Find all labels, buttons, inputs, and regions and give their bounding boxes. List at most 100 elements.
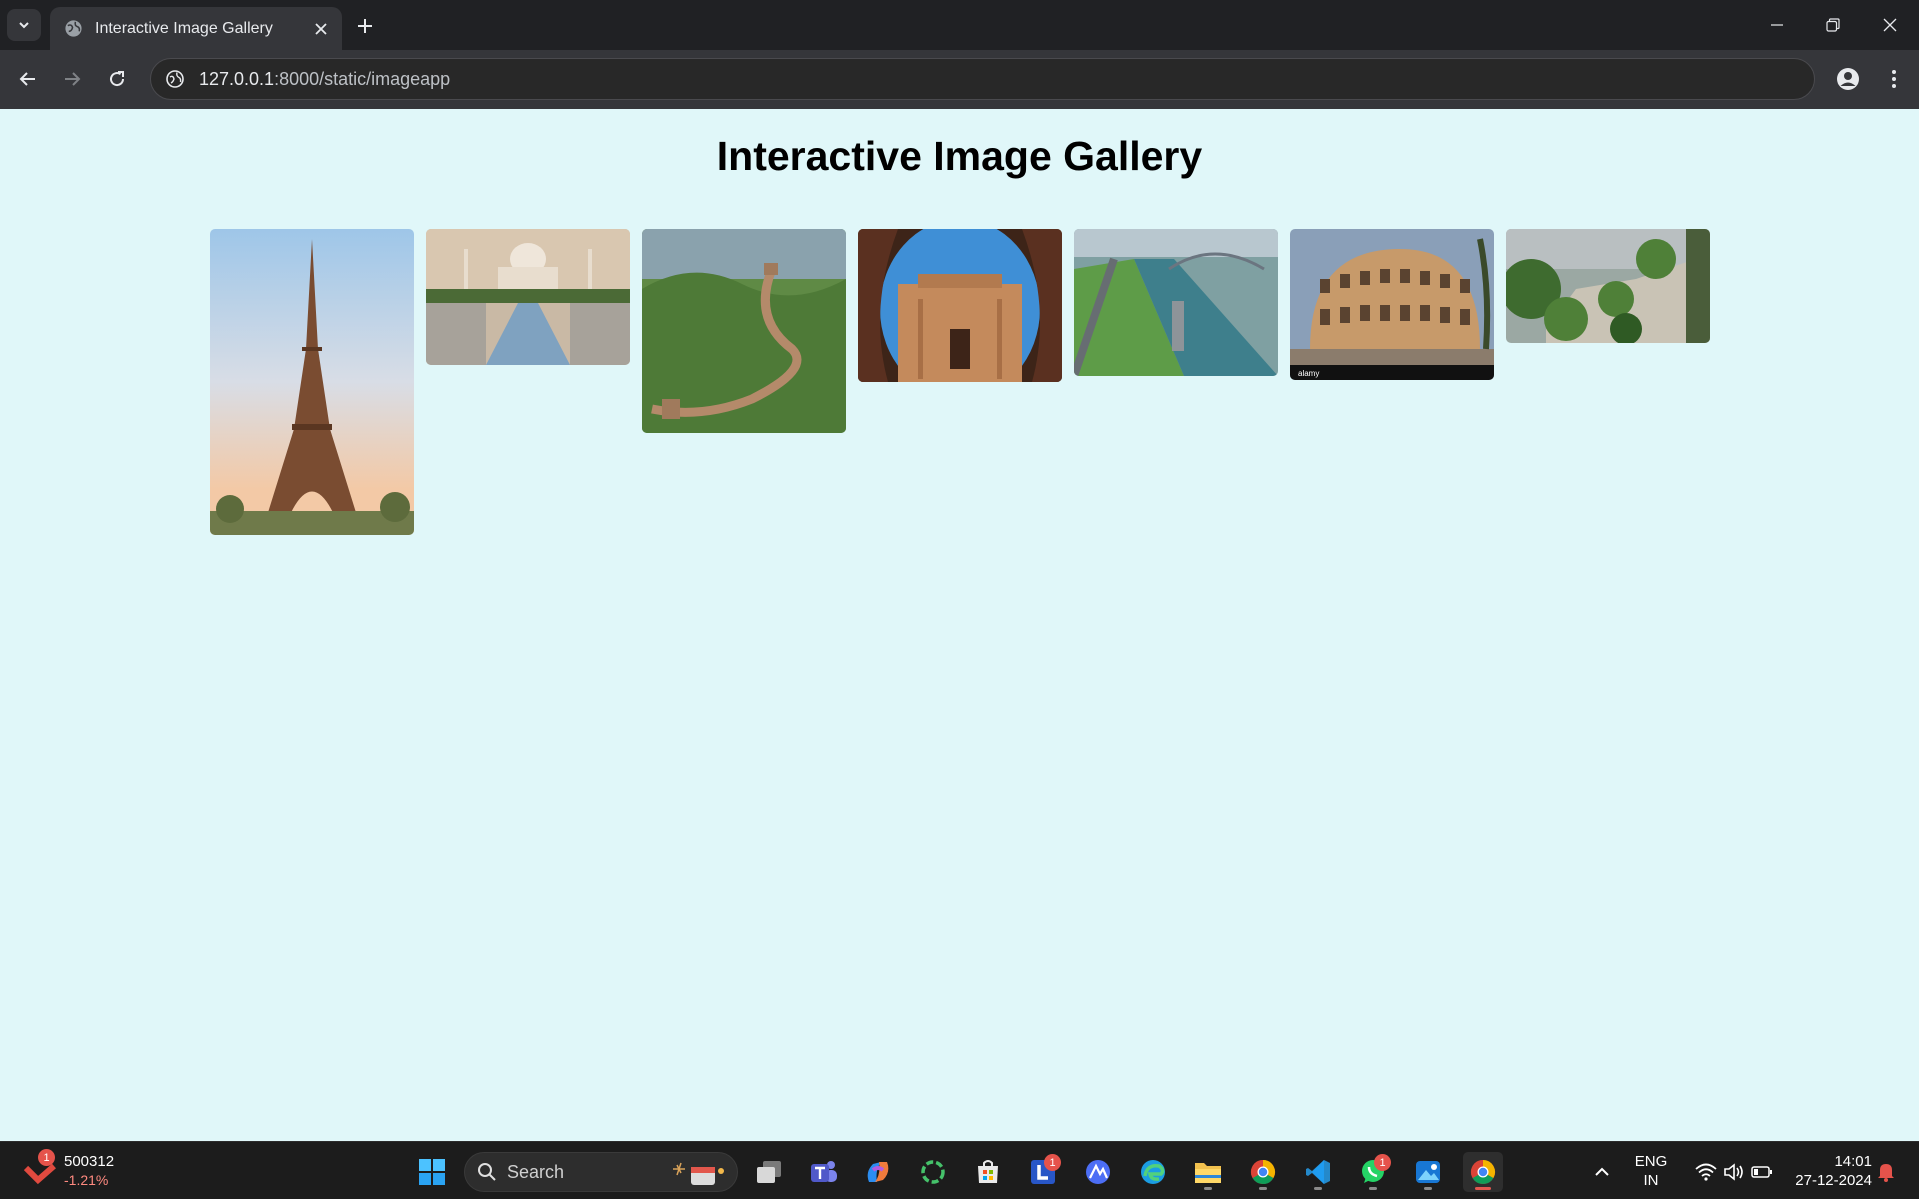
show-hidden-icons-button[interactable] bbox=[1582, 1152, 1622, 1192]
reload-button[interactable] bbox=[101, 63, 133, 95]
notifications-button[interactable] bbox=[1866, 1152, 1906, 1192]
search-label: Search bbox=[507, 1161, 565, 1182]
url-path: :8000/static/imageapp bbox=[274, 68, 451, 89]
taskbar-app-chrome[interactable] bbox=[1243, 1152, 1283, 1192]
language-line1: ENG bbox=[1634, 1153, 1668, 1170]
clock-time: 14:01 bbox=[1834, 1153, 1872, 1170]
site-info-icon[interactable] bbox=[165, 69, 185, 89]
whatsapp-badge: 1 bbox=[1374, 1154, 1391, 1171]
globe-icon bbox=[65, 20, 82, 37]
taskbar: 1 500312 -1.21% Search 1 1 ENG IN 14:01 … bbox=[0, 1141, 1919, 1199]
gallery-image-great-wall[interactable] bbox=[642, 229, 846, 433]
teams-icon bbox=[811, 1161, 837, 1182]
taskbar-app-l[interactable]: 1 bbox=[1023, 1152, 1063, 1192]
stock-widget[interactable]: 1 500312 -1.21% bbox=[22, 1149, 122, 1192]
running-indicator bbox=[1424, 1187, 1432, 1190]
forward-button[interactable] bbox=[56, 63, 88, 95]
stock-change: -1.21% bbox=[64, 1172, 109, 1188]
taskbar-app-chrome-active[interactable] bbox=[1463, 1152, 1503, 1192]
menu-button[interactable] bbox=[1878, 63, 1910, 95]
taskbar-app-edge[interactable] bbox=[1133, 1152, 1173, 1192]
gallery-image-petra[interactable] bbox=[858, 229, 1062, 382]
close-tab-icon[interactable] bbox=[312, 20, 330, 38]
running-indicator bbox=[1259, 1187, 1267, 1190]
running-indicator bbox=[1369, 1187, 1377, 1190]
tab-search-button[interactable] bbox=[7, 9, 41, 41]
start-button[interactable] bbox=[412, 1152, 452, 1192]
back-button[interactable] bbox=[12, 63, 44, 95]
store-icon bbox=[978, 1160, 998, 1183]
page-viewport: Interactive Image Gallery alamy bbox=[0, 109, 1919, 1141]
copilot-icon bbox=[867, 1162, 889, 1182]
windows-icon bbox=[419, 1159, 445, 1185]
clock[interactable]: 14:01 27-12-2024 bbox=[1782, 1152, 1872, 1190]
loop-icon bbox=[921, 1160, 945, 1184]
gallery-image-river-tower[interactable] bbox=[1074, 229, 1278, 376]
plus-icon bbox=[358, 19, 372, 33]
search-icon bbox=[478, 1163, 496, 1181]
chevron-down-icon bbox=[19, 22, 29, 29]
running-indicator bbox=[1204, 1187, 1212, 1190]
taskbar-app-copilot[interactable] bbox=[858, 1152, 898, 1192]
folder-icon bbox=[1195, 1163, 1221, 1183]
vscode-icon bbox=[1306, 1160, 1330, 1184]
new-tab-button[interactable] bbox=[350, 11, 380, 41]
taskbar-app-vscode[interactable] bbox=[1298, 1152, 1338, 1192]
gallery-image-colosseum[interactable]: alamy bbox=[1290, 229, 1494, 380]
chrome-icon bbox=[1250, 1160, 1276, 1185]
language-indicator[interactable]: ENG IN bbox=[1626, 1152, 1676, 1190]
taskbar-app-whatsapp[interactable]: 1 bbox=[1353, 1152, 1393, 1192]
page-title: Interactive Image Gallery bbox=[716, 133, 1203, 179]
mountain-app-icon bbox=[1086, 1160, 1110, 1184]
taskbar-app-mirror[interactable] bbox=[1078, 1152, 1118, 1192]
chrome-icon bbox=[1470, 1160, 1496, 1185]
battery-icon bbox=[1751, 1166, 1772, 1178]
l-app-badge: 1 bbox=[1044, 1154, 1061, 1171]
volume-icon bbox=[1724, 1163, 1743, 1181]
taskbar-app-task-view[interactable] bbox=[749, 1152, 789, 1192]
watermark-text: alamy bbox=[1298, 369, 1319, 378]
profile-icon bbox=[1837, 68, 1859, 90]
minimize-icon bbox=[1771, 24, 1783, 26]
quick-settings-button[interactable] bbox=[1686, 1152, 1782, 1192]
taskbar-app-photos[interactable] bbox=[1408, 1152, 1448, 1192]
tab-title: Interactive Image Gallery bbox=[95, 19, 273, 37]
task-view-icon bbox=[757, 1161, 781, 1183]
url-host: 127.0.0.1 bbox=[199, 68, 275, 89]
bell-icon bbox=[1878, 1164, 1894, 1182]
restore-button[interactable] bbox=[1805, 0, 1861, 50]
calendar-doodle-icon bbox=[673, 1162, 724, 1185]
stock-value: 500312 bbox=[64, 1153, 115, 1170]
close-icon bbox=[1883, 18, 1897, 32]
chevron-up-icon bbox=[1595, 1167, 1609, 1176]
taskbar-app-teams[interactable] bbox=[804, 1152, 844, 1192]
address-bar[interactable]: 127.0.0.1:8000/static/imageapp bbox=[150, 58, 1815, 100]
edge-icon bbox=[1141, 1160, 1165, 1184]
tab-strip: Interactive Image Gallery bbox=[0, 0, 1919, 50]
active-indicator bbox=[1475, 1187, 1491, 1190]
gallery-image-taj-mahal[interactable] bbox=[426, 229, 630, 365]
taskbar-app-loop[interactable] bbox=[913, 1152, 953, 1192]
wifi-icon bbox=[1695, 1163, 1717, 1181]
stock-badge: 1 bbox=[38, 1149, 55, 1166]
reload-icon bbox=[110, 71, 125, 87]
arrow-left-icon bbox=[19, 72, 35, 86]
close-window-button[interactable] bbox=[1862, 0, 1918, 50]
browser-toolbar: 127.0.0.1:8000/static/imageapp bbox=[0, 50, 1919, 109]
photos-icon bbox=[1416, 1161, 1440, 1183]
taskbar-app-file-explorer[interactable] bbox=[1188, 1152, 1228, 1192]
taskbar-app-microsoft-store[interactable] bbox=[968, 1152, 1008, 1192]
clock-date: 27-12-2024 bbox=[1795, 1172, 1872, 1189]
tab-active[interactable]: Interactive Image Gallery bbox=[50, 7, 342, 50]
minimize-button[interactable] bbox=[1749, 0, 1805, 50]
url-text: 127.0.0.1:8000/static/imageapp bbox=[199, 69, 450, 90]
restore-icon bbox=[1826, 18, 1840, 32]
gallery-image-hanging-gardens[interactable] bbox=[1506, 229, 1710, 343]
language-line2: IN bbox=[1643, 1172, 1659, 1189]
profile-button[interactable] bbox=[1832, 63, 1864, 95]
running-indicator bbox=[1314, 1187, 1322, 1190]
more-vertical-icon bbox=[1892, 70, 1896, 88]
gallery-image-eiffel-tower[interactable] bbox=[210, 229, 414, 535]
taskbar-search[interactable]: Search bbox=[464, 1152, 738, 1192]
arrow-right-icon bbox=[65, 72, 81, 86]
